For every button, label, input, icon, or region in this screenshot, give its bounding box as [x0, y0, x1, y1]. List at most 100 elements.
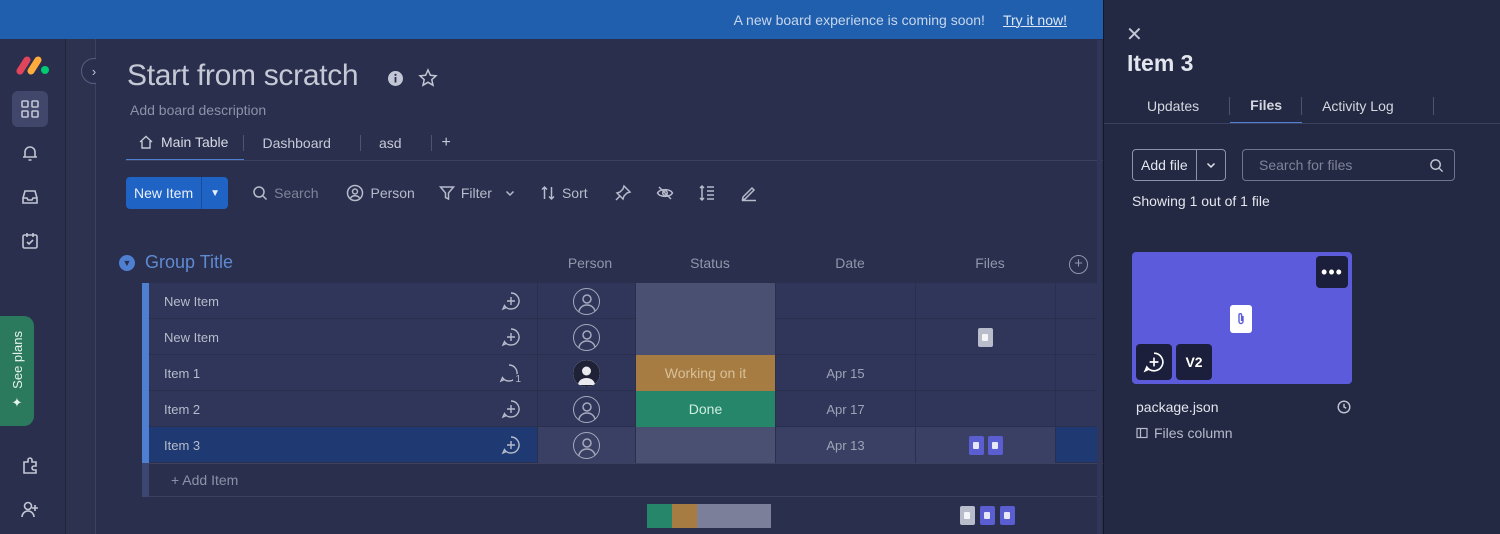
column-header-files[interactable]: Files: [920, 255, 1060, 271]
board-title[interactable]: Start from scratch: [127, 59, 359, 93]
add-view-button[interactable]: +: [432, 125, 467, 161]
my-work-calendar-icon[interactable]: [12, 223, 48, 259]
add-file-button[interactable]: Add file: [1132, 149, 1226, 181]
table-row[interactable]: New Item: [142, 283, 1103, 319]
group-header[interactable]: ▼ Group Title: [119, 252, 233, 273]
status-cell[interactable]: [636, 427, 776, 463]
files-cell[interactable]: [916, 319, 1056, 355]
table-row[interactable]: Item 2 Done Apr 17: [142, 391, 1103, 427]
item-name-cell[interactable]: New Item: [149, 283, 538, 319]
file-thumbnail-icon[interactable]: [968, 435, 984, 455]
files-cell[interactable]: [916, 427, 1056, 463]
file-thumbnail-icon[interactable]: [960, 506, 975, 525]
person-cell[interactable]: [538, 427, 636, 463]
workspace-grid-icon[interactable]: [12, 91, 48, 127]
date-cell[interactable]: Apr 17: [776, 391, 916, 427]
search-button[interactable]: Search: [252, 185, 318, 201]
add-column-plus-icon[interactable]: +: [1069, 255, 1088, 274]
collapse-group-chevron-icon[interactable]: ▼: [119, 254, 135, 271]
file-thumbnail-icon[interactable]: [980, 506, 995, 525]
date-cell[interactable]: Apr 15: [776, 355, 916, 391]
table-row-selected[interactable]: Item 3 Apr 13: [142, 427, 1103, 463]
item-name[interactable]: Item 3: [164, 438, 200, 453]
item-name[interactable]: Item 2: [164, 402, 200, 417]
item-name-cell[interactable]: Item 3: [149, 427, 538, 463]
status-cell[interactable]: Working on it: [636, 355, 776, 391]
add-update-icon[interactable]: [501, 291, 521, 311]
file-thumbnail-icon[interactable]: [987, 435, 1003, 455]
info-icon[interactable]: [387, 70, 404, 87]
files-summary[interactable]: [960, 506, 1015, 525]
tab-files[interactable]: Files: [1230, 88, 1303, 124]
board-scrollbar[interactable]: [1097, 40, 1102, 534]
status-cell[interactable]: [636, 319, 776, 355]
add-update-icon[interactable]: [501, 327, 521, 347]
item-title[interactable]: Item 3: [1127, 50, 1193, 77]
item-name-cell[interactable]: New Item: [149, 319, 538, 355]
date-cell[interactable]: [776, 319, 916, 355]
pin-button[interactable]: [614, 184, 632, 202]
item-name-cell[interactable]: Item 1 1: [149, 355, 538, 391]
files-cell[interactable]: [916, 391, 1056, 427]
column-header-person[interactable]: Person: [541, 255, 639, 271]
apps-puzzle-icon[interactable]: [12, 447, 48, 483]
file-search-input[interactable]: Search for files: [1242, 149, 1455, 181]
tab-updates[interactable]: Updates: [1130, 88, 1231, 124]
add-update-icon[interactable]: [501, 399, 521, 419]
invite-user-icon[interactable]: [12, 491, 48, 527]
file-thumbnail-icon[interactable]: [978, 327, 993, 347]
chevron-down-icon[interactable]: [1197, 150, 1225, 180]
column-header-date[interactable]: Date: [780, 255, 920, 271]
sort-button[interactable]: Sort: [540, 185, 588, 201]
file-version-badge[interactable]: V2: [1176, 344, 1212, 380]
file-thumbnail-icon[interactable]: [1000, 506, 1015, 525]
person-cell[interactable]: [538, 355, 636, 391]
more-options-icon[interactable]: •••: [1316, 256, 1348, 288]
clock-icon[interactable]: [1337, 400, 1351, 414]
tab-dashboard[interactable]: Dashboard: [244, 125, 361, 161]
item-name[interactable]: Item 1: [164, 366, 200, 381]
person-cell[interactable]: [538, 319, 636, 355]
board-description[interactable]: Add board description: [130, 102, 266, 118]
item-name[interactable]: New Item: [164, 294, 219, 309]
tab-asd[interactable]: asd: [361, 125, 432, 161]
see-plans-button[interactable]: See plans ✦: [0, 316, 34, 426]
table-row[interactable]: New Item: [142, 319, 1103, 355]
updates-button[interactable]: 1: [499, 363, 523, 385]
add-update-icon[interactable]: [1136, 344, 1172, 380]
date-cell[interactable]: Apr 13: [776, 427, 916, 463]
notifications-bell-icon[interactable]: [12, 135, 48, 171]
column-header-status[interactable]: Status: [640, 255, 780, 271]
monday-logo-icon[interactable]: [16, 56, 50, 76]
row-height-button[interactable]: [698, 184, 716, 202]
favorite-star-icon[interactable]: [418, 68, 438, 88]
person-cell[interactable]: [538, 391, 636, 427]
add-update-icon[interactable]: [501, 435, 521, 455]
tab-activity-log[interactable]: Activity Log: [1302, 88, 1434, 124]
chevron-down-icon[interactable]: [504, 187, 516, 199]
filter-button[interactable]: Filter: [438, 185, 516, 201]
file-card[interactable]: ••• V2: [1132, 252, 1352, 384]
files-cell[interactable]: [916, 355, 1056, 391]
file-name[interactable]: package.json: [1136, 399, 1219, 415]
table-row[interactable]: Item 1 1 Working on it Apr 15: [142, 355, 1103, 391]
person-filter-button[interactable]: Person: [346, 184, 415, 202]
chevron-down-icon[interactable]: ▼: [202, 188, 228, 199]
try-it-now-link[interactable]: Try it now!: [1003, 12, 1067, 28]
date-cell[interactable]: [776, 283, 916, 319]
color-conditions-button[interactable]: [740, 184, 758, 202]
status-cell[interactable]: Done: [636, 391, 776, 427]
status-summary-bar[interactable]: [647, 504, 771, 528]
add-item-row[interactable]: + Add Item: [142, 463, 1103, 497]
inbox-icon[interactable]: [12, 179, 48, 215]
item-name[interactable]: New Item: [164, 330, 219, 345]
person-cell[interactable]: [538, 283, 636, 319]
add-item-label[interactable]: + Add Item: [149, 472, 238, 488]
close-icon[interactable]: ✕: [1126, 22, 1143, 47]
item-name-cell[interactable]: Item 2: [149, 391, 538, 427]
tab-main-table[interactable]: Main Table: [126, 125, 245, 161]
files-cell[interactable]: [916, 283, 1056, 319]
hide-columns-button[interactable]: [656, 184, 674, 202]
new-item-button[interactable]: New Item ▼: [126, 177, 229, 209]
group-title[interactable]: Group Title: [145, 252, 233, 273]
